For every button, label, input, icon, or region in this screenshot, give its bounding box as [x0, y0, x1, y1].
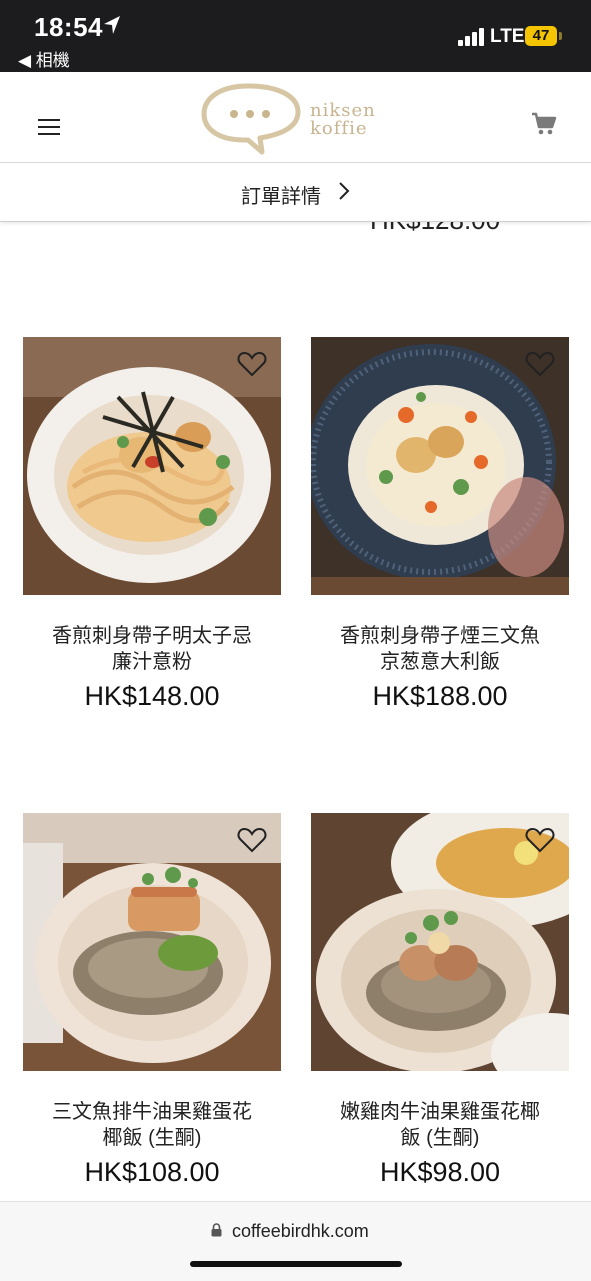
- menu-icon[interactable]: [38, 119, 60, 135]
- heart-icon[interactable]: [525, 827, 555, 853]
- battery-icon: 47: [525, 26, 557, 46]
- product-grid: HK$128.00: [0, 221, 591, 1201]
- product-name-line-1: 嫩雞肉牛油果雞蛋花椰: [340, 1101, 540, 1123]
- product-price: HK$148.00: [84, 681, 220, 711]
- status-bar: 18:54 ◀ 相機 LTE 47: [0, 0, 591, 72]
- back-to-app-link[interactable]: ◀ 相機: [18, 46, 70, 71]
- product-name-line-2: 廉汁意粉: [112, 651, 192, 673]
- product-name-line-1: 香煎刺身帶子煙三文魚: [340, 625, 540, 647]
- home-indicator[interactable]: [190, 1261, 402, 1267]
- location-arrow-icon: [104, 16, 120, 34]
- cellular-signal-icon: [458, 28, 484, 46]
- product-name-line-1: 三文魚排牛油果雞蛋花: [52, 1101, 252, 1123]
- product-name[interactable]: 香煎刺身帶子煙三文魚 京葱意大利飯: [311, 623, 569, 675]
- chevron-right-icon: [339, 182, 350, 200]
- logo-wordmark: niksen koffie: [310, 102, 376, 138]
- product-name-line-2: 京葱意大利飯: [380, 651, 500, 673]
- status-time: 18:54: [34, 12, 103, 42]
- browser-url-bar[interactable]: coffeebirdhk.com: [0, 1201, 591, 1281]
- product-image[interactable]: [311, 337, 569, 595]
- product-image[interactable]: [23, 337, 281, 595]
- brand-logo[interactable]: niksen koffie: [198, 80, 390, 156]
- lock-icon: [211, 1223, 222, 1237]
- order-details-label: 訂單詳情: [241, 186, 321, 208]
- product-price: HK$128.00: [370, 221, 500, 236]
- product-name[interactable]: 三文魚排牛油果雞蛋花 椰飯 (生酮): [23, 1099, 281, 1151]
- speech-bubble-logo-icon: [201, 83, 301, 155]
- heart-icon[interactable]: [237, 351, 267, 377]
- cart-icon[interactable]: [531, 112, 557, 136]
- network-type: LTE: [490, 26, 525, 47]
- product-name-line-2: 飯 (生酮): [400, 1127, 480, 1149]
- site-header: niksen koffie: [0, 72, 591, 163]
- heart-icon[interactable]: [237, 827, 267, 853]
- battery-tip: [559, 32, 562, 40]
- product-name-line-2: 椰飯 (生酮): [102, 1127, 202, 1149]
- product-name-line-1: 香煎刺身帶子明太子忌: [52, 625, 252, 647]
- heart-icon[interactable]: [525, 351, 555, 377]
- product-image[interactable]: [311, 813, 569, 1071]
- product-image[interactable]: [23, 813, 281, 1071]
- product-name[interactable]: 嫩雞肉牛油果雞蛋花椰 飯 (生酮): [311, 1099, 569, 1151]
- product-name[interactable]: 香煎刺身帶子明太子忌 廉汁意粉: [23, 623, 281, 675]
- order-details-bar[interactable]: 訂單詳情: [0, 163, 591, 222]
- product-price: HK$98.00: [379, 1157, 501, 1187]
- product-price: HK$108.00: [84, 1157, 220, 1187]
- logo-line-2: koffie: [310, 118, 368, 139]
- url-text[interactable]: coffeebirdhk.com: [232, 1221, 369, 1242]
- product-price: HK$188.00: [372, 681, 508, 711]
